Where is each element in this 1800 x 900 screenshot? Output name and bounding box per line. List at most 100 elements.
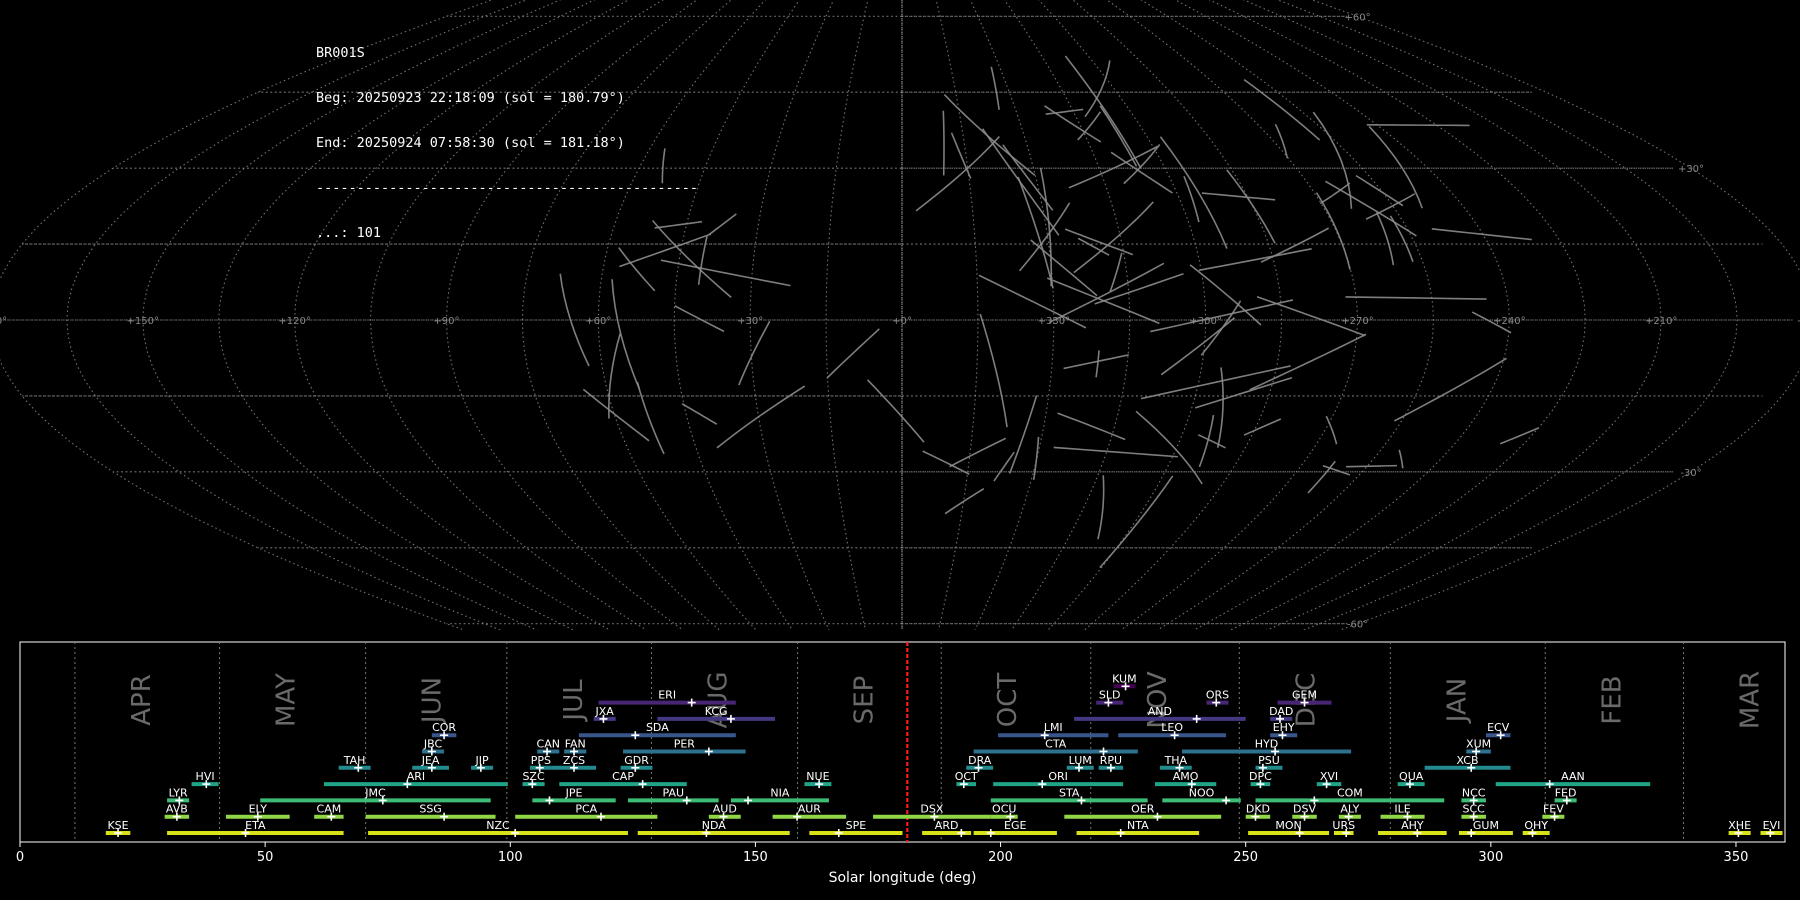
meridian-line — [218, 0, 596, 630]
shower-label: PCA — [575, 803, 597, 816]
shower-label: CAM — [317, 803, 342, 816]
meteor-track — [1053, 446, 1178, 458]
shower-label: SCC — [1463, 803, 1486, 816]
shower-label: CTA — [1045, 738, 1067, 751]
shower-label: FAN — [565, 738, 586, 751]
shower-label: AAN — [1561, 770, 1585, 783]
meteor-track — [942, 110, 945, 176]
meteor-track — [681, 403, 718, 425]
shower-label: THA — [1164, 754, 1188, 767]
x-tick-label: 250 — [1233, 850, 1258, 865]
shower-label: OCT — [955, 770, 978, 783]
month-label: JUL — [559, 679, 589, 723]
meteor-track — [1226, 169, 1276, 244]
shower-label: AND — [1148, 705, 1172, 718]
meteor-track — [1398, 449, 1404, 469]
shower-label: DKD — [1246, 803, 1270, 816]
meteor-track — [654, 220, 703, 229]
shower-label: SZC — [522, 770, 545, 783]
meteor-track — [1017, 176, 1054, 289]
meteor-track — [651, 219, 732, 298]
shower-label: AHY — [1401, 819, 1424, 832]
meteor-track — [1274, 123, 1289, 159]
meteor-track — [618, 247, 656, 292]
shower-label: JPE — [565, 786, 583, 799]
shower-label: CAN — [537, 738, 560, 751]
shower-label: SSG — [419, 803, 442, 816]
shower-label: LUM — [1069, 754, 1092, 767]
meteor-track — [636, 381, 665, 455]
shower-label: NIA — [770, 786, 789, 799]
meteor-track — [1393, 357, 1507, 422]
shower-label: JBC — [423, 738, 443, 751]
month-label: FEB — [1597, 675, 1627, 724]
meteor-track — [979, 313, 1008, 428]
meteor-track — [1094, 273, 1184, 305]
meteor-track — [944, 487, 985, 515]
shower-label: HVI — [196, 770, 215, 783]
lon-tick-label: +270° — [1341, 316, 1373, 327]
timeline-frame — [19, 641, 1786, 843]
meteor-track — [1325, 415, 1338, 445]
shower-label: XUM — [1466, 738, 1491, 751]
meteor-track — [738, 320, 771, 386]
lat-tick-label: -30° — [1680, 468, 1701, 479]
meteor-track — [1307, 460, 1336, 494]
meteor-track — [1068, 145, 1159, 189]
meteor-track — [1216, 367, 1224, 448]
shower-label: AVB — [166, 803, 188, 816]
shower-label: XVI — [1320, 770, 1338, 783]
month-label: SEP — [850, 676, 880, 725]
meteor-track — [611, 279, 641, 390]
shower-label: AMO — [1173, 770, 1199, 783]
shower-label: ARI — [407, 770, 425, 783]
meridian-line — [66, 0, 528, 630]
meteor-track — [1431, 228, 1532, 241]
shower-label: JEA — [421, 754, 440, 767]
meteor-track — [582, 388, 650, 442]
shower-label: OHY — [1524, 819, 1548, 832]
meteor-track — [950, 132, 972, 179]
meteor-track — [1109, 252, 1123, 292]
meteor-track — [1030, 239, 1098, 297]
shower-label: COM — [1337, 786, 1363, 799]
meteor-track — [990, 66, 1000, 110]
shower-label: ELY — [249, 803, 268, 816]
month-label: APR — [127, 674, 157, 726]
shower-label: LMI — [1044, 721, 1063, 734]
shower-label: DPC — [1249, 770, 1272, 783]
meteor-track — [1048, 262, 1165, 324]
meridian-line — [369, 0, 664, 630]
x-axis-label: Solar longitude (deg) — [829, 870, 977, 886]
shower-label: ILE — [1394, 803, 1410, 816]
month-label: MAY — [272, 673, 302, 727]
meteor-track — [1355, 174, 1404, 207]
shower-label: DSX — [920, 803, 943, 816]
shower-label: NDA — [702, 819, 727, 832]
shower-label: OCU — [992, 803, 1016, 816]
shower-label: RPU — [1100, 754, 1122, 767]
meteor-track — [1368, 125, 1423, 209]
meteor-track — [1346, 464, 1398, 468]
meteor-track — [1183, 176, 1200, 223]
meteor-track — [1345, 296, 1487, 300]
meteor-track — [1249, 333, 1367, 391]
x-tick-label: 350 — [1724, 850, 1749, 865]
shower-label: QUA — [1399, 770, 1424, 783]
shower-label: NOO — [1189, 786, 1215, 799]
lon-tick-label: +210° — [1645, 316, 1677, 327]
meridian-line — [935, 0, 979, 630]
shower-label: HYD — [1255, 738, 1278, 751]
meteor-track — [1389, 215, 1414, 263]
meteor-track — [1095, 350, 1100, 378]
meteor-track — [608, 333, 622, 419]
sky-grid — [0, 0, 1800, 630]
shower-label: GDR — [624, 754, 649, 767]
meteor-track — [1099, 475, 1174, 569]
shower-label: ETA — [245, 819, 266, 832]
meteor-track — [1084, 60, 1111, 118]
meridian-line — [597, 0, 766, 630]
shower-label: KCG — [705, 705, 728, 718]
lon-tick-label: +0° — [892, 316, 912, 327]
shower-label: STA — [1059, 786, 1080, 799]
